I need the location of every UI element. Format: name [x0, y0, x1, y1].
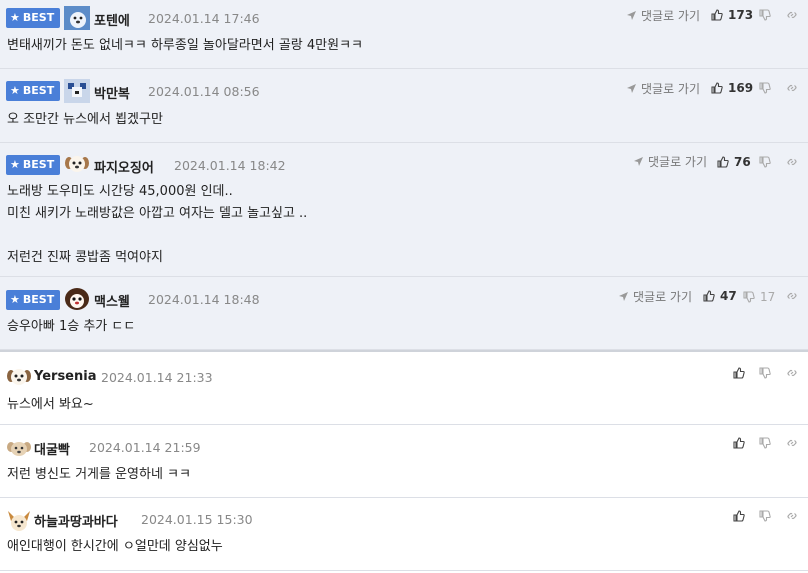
- star-icon: ★: [10, 158, 20, 171]
- share-link-button[interactable]: [786, 367, 798, 379]
- comment-text: 오 조만간 뉴스에서 뵙겠구만: [7, 112, 163, 127]
- thumbs-up-icon: [733, 367, 745, 379]
- comment-date: 2024.01.14 18:42: [174, 158, 286, 173]
- comment-item: 하늘과땅과바다 2024.01.15 15:30 애인대행이 한시간에 ㅇ얼만데…: [0, 498, 808, 571]
- share-link-button[interactable]: [786, 9, 798, 21]
- thumbs-down-icon: [759, 510, 771, 522]
- comment-date: 2024.01.14 21:33: [101, 370, 213, 385]
- comment-author[interactable]: 박만복: [94, 83, 130, 102]
- dislike-button[interactable]: [759, 510, 776, 522]
- navigate-arrow-icon: [618, 291, 629, 302]
- avatar: [6, 509, 32, 533]
- avatar: [64, 79, 90, 103]
- dislike-button[interactable]: [759, 437, 776, 449]
- comment-text: 노래방 도우미도 시간당 45,000원 인데.. 미친 새키가 노래방값은 아…: [7, 184, 308, 265]
- comment-author[interactable]: 하늘과땅과바다: [34, 511, 118, 530]
- go-to-comment-link[interactable]: 댓글로 가기: [626, 80, 700, 97]
- comment-text: 애인대행이 한시간에 ㅇ얼만데 양심없누: [7, 539, 223, 554]
- comment-text: 승우아빠 1승 추가 ㄷㄷ: [7, 319, 136, 334]
- comment-date: 2024.01.14 17:46: [148, 11, 260, 26]
- comment-item: ★ BEST 맥스웰 2024.01.14 18:48 댓글로 가기 47 17…: [0, 277, 808, 350]
- like-button[interactable]: 169: [711, 81, 753, 95]
- thumbs-up-icon: [733, 437, 745, 449]
- link-icon: [786, 82, 798, 94]
- like-count: 173: [728, 8, 754, 22]
- dislike-button[interactable]: 17: [743, 290, 775, 304]
- best-badge: ★ BEST: [6, 8, 61, 28]
- comment-date: 2024.01.14 08:56: [148, 84, 260, 99]
- thumbs-down-icon: [759, 367, 771, 379]
- link-icon: [786, 510, 798, 522]
- comment-item: 대굴빡 2024.01.14 21:59 저런 병신도 거게를 운영하네 ㅋㅋ: [0, 425, 808, 498]
- like-button[interactable]: 173: [711, 8, 753, 22]
- comment-date: 2024.01.14 21:59: [89, 440, 201, 455]
- comment-author[interactable]: 포텐에: [94, 10, 130, 29]
- thumbs-down-icon: [743, 291, 755, 303]
- best-badge: ★ BEST: [6, 81, 61, 101]
- go-to-comment-link[interactable]: 댓글로 가기: [626, 7, 700, 24]
- link-icon: [786, 9, 798, 21]
- dislike-button[interactable]: [759, 9, 776, 21]
- dislike-button[interactable]: [759, 367, 776, 379]
- link-icon: [786, 290, 798, 302]
- navigate-arrow-icon: [626, 10, 637, 21]
- comment-item: ★ BEST 파지오징어 2024.01.14 18:42 댓글로 가기 76 …: [0, 143, 808, 277]
- comment-text: 변태새끼가 돈도 없네ㅋㅋ 하루종일 놀아달라면서 골랑 4만원ㅋㅋ: [7, 38, 363, 53]
- share-link-button[interactable]: [786, 156, 798, 168]
- link-icon: [786, 156, 798, 168]
- thumbs-up-icon: [717, 156, 729, 168]
- avatar: [6, 365, 32, 389]
- like-count: 169: [728, 81, 754, 95]
- comment-item: Yersenia 2024.01.14 21:33 뉴스에서 봐요~: [0, 350, 808, 425]
- best-badge: ★ BEST: [6, 155, 61, 175]
- thumbs-up-icon: [711, 82, 723, 94]
- thumbs-up-icon: [711, 9, 723, 21]
- navigate-arrow-icon: [633, 156, 644, 167]
- like-button[interactable]: 47: [703, 289, 737, 303]
- avatar: [64, 152, 90, 176]
- comment-text: 뉴스에서 봐요~: [7, 397, 94, 412]
- comment-item: ★ BEST 포텐에 2024.01.14 17:46 댓글로 가기 173 변…: [0, 0, 808, 69]
- thumbs-down-icon: [759, 437, 771, 449]
- avatar: [64, 287, 90, 311]
- star-icon: ★: [10, 84, 20, 97]
- go-to-comment-link[interactable]: 댓글로 가기: [618, 288, 692, 305]
- comment-date: 2024.01.15 15:30: [141, 512, 253, 527]
- thumbs-up-icon: [733, 510, 745, 522]
- comment-author[interactable]: 맥스웰: [94, 291, 130, 310]
- share-link-button[interactable]: [786, 510, 798, 522]
- dislike-button[interactable]: [759, 82, 776, 94]
- comment-text: 저런 병신도 거게를 운영하네 ㅋㅋ: [7, 467, 191, 482]
- like-button[interactable]: [733, 437, 750, 449]
- comment-list: ★ BEST 포텐에 2024.01.14 17:46 댓글로 가기 173 변…: [0, 0, 808, 571]
- share-link-button[interactable]: [786, 290, 798, 302]
- like-count: 47: [720, 289, 737, 303]
- thumbs-up-icon: [703, 290, 715, 302]
- like-button[interactable]: [733, 510, 750, 522]
- thumbs-down-icon: [759, 82, 771, 94]
- comment-date: 2024.01.14 18:48: [148, 292, 260, 307]
- link-icon: [786, 367, 798, 379]
- comment-author[interactable]: 파지오징어: [94, 157, 154, 176]
- avatar: [64, 6, 90, 30]
- star-icon: ★: [10, 11, 20, 24]
- like-button[interactable]: [733, 367, 750, 379]
- go-to-comment-link[interactable]: 댓글로 가기: [633, 153, 707, 170]
- best-badge: ★ BEST: [6, 290, 61, 310]
- like-count: 76: [734, 155, 751, 169]
- avatar: [6, 436, 32, 460]
- dislike-button[interactable]: [759, 156, 776, 168]
- navigate-arrow-icon: [626, 83, 637, 94]
- comment-item: ★ BEST 박만복 2024.01.14 08:56 댓글로 가기 169 오…: [0, 69, 808, 143]
- star-icon: ★: [10, 293, 20, 306]
- link-icon: [786, 437, 798, 449]
- dislike-count: 17: [760, 290, 776, 304]
- thumbs-down-icon: [759, 156, 771, 168]
- share-link-button[interactable]: [786, 82, 798, 94]
- comment-author[interactable]: Yersenia: [34, 369, 97, 384]
- comment-author[interactable]: 대굴빡: [34, 439, 70, 458]
- like-button[interactable]: 76: [717, 155, 751, 169]
- share-link-button[interactable]: [786, 437, 798, 449]
- thumbs-down-icon: [759, 9, 771, 21]
